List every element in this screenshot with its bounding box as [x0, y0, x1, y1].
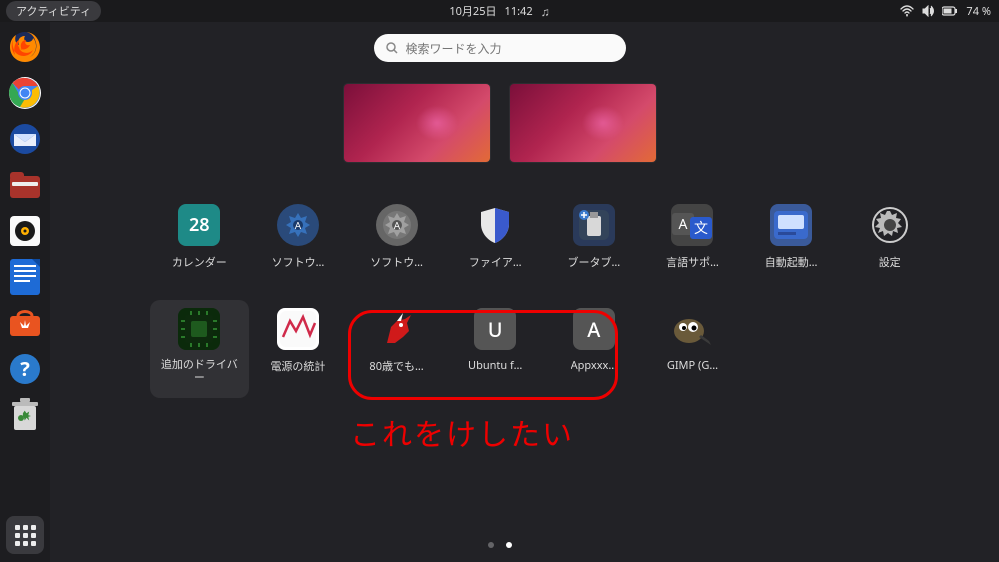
top-bar: アクティビティ 10月25日 11:42 ♫ 74 % — [0, 0, 999, 22]
chip-icon — [178, 308, 220, 350]
dock-libreoffice[interactable] — [6, 258, 44, 296]
workspace-1[interactable] — [344, 84, 490, 162]
page-dot-2[interactable] — [506, 542, 512, 548]
app-firewall[interactable]: ファイア… — [446, 204, 545, 270]
dock-rhythmbox[interactable] — [6, 212, 44, 250]
app-label: 80歳でも… — [369, 358, 423, 374]
app-appxxx[interactable]: A Appxxx… — [545, 308, 644, 384]
app-label: Appxxx… — [571, 358, 618, 373]
app-label: ソフトウ… — [370, 254, 423, 270]
app-power-statistics[interactable]: 電源の統計 — [249, 308, 348, 384]
dock-firefox[interactable] — [6, 28, 44, 66]
letter-a-icon: A — [573, 308, 615, 350]
system-tray[interactable]: 74 % — [900, 4, 991, 19]
workspace-2[interactable] — [510, 84, 656, 162]
app-label: カレンダー — [172, 254, 227, 270]
svg-text:A: A — [393, 218, 400, 232]
battery-percent: 74 % — [966, 4, 991, 19]
app-settings[interactable]: 設定 — [840, 204, 939, 270]
dock-software-store[interactable] — [6, 304, 44, 342]
app-software-updater[interactable]: A ソフトウ… — [249, 204, 348, 270]
app-label: 設定 — [879, 254, 901, 270]
page-indicator[interactable] — [488, 542, 512, 548]
dock-files[interactable] — [6, 166, 44, 204]
notification-bell-icon[interactable]: ♫ — [541, 3, 550, 20]
dock-mail[interactable] — [6, 120, 44, 158]
letter-u-icon: U — [474, 308, 516, 350]
svg-text:文: 文 — [694, 219, 708, 238]
app-label: GIMP (G… — [667, 358, 718, 373]
gear-icon — [869, 204, 911, 246]
dock-help[interactable]: ? — [6, 350, 44, 388]
app-ubuntu-f[interactable]: U Ubuntu f… — [446, 308, 545, 384]
app-additional-drivers[interactable]: 追加のドライバー — [150, 300, 249, 398]
activities-button[interactable]: アクティビティ — [6, 1, 101, 21]
search-input[interactable] — [406, 40, 614, 57]
app-bootable-disk[interactable]: ブータブ… — [545, 204, 644, 270]
annotation-text: これをけしたい — [350, 410, 574, 454]
app-software-properties[interactable]: A ソフトウ… — [347, 204, 446, 270]
graph-icon — [277, 308, 319, 350]
app-label: ファイア… — [469, 254, 522, 270]
shield-icon — [474, 204, 516, 246]
app-startup-applications[interactable]: 自動起動… — [742, 204, 841, 270]
dock-chrome[interactable] — [6, 74, 44, 112]
search-bar[interactable] — [374, 34, 626, 62]
unicorn-icon — [376, 308, 418, 350]
calendar-icon: 28 — [178, 204, 220, 246]
grid-icon — [15, 525, 36, 546]
usb-disk-icon — [573, 204, 615, 246]
software-properties-icon: A — [376, 204, 418, 246]
wifi-icon — [900, 5, 914, 17]
software-updater-icon: A — [277, 204, 319, 246]
svg-text:A: A — [679, 215, 688, 234]
app-calendar[interactable]: 28 カレンダー — [150, 204, 249, 270]
battery-icon — [942, 6, 958, 16]
startup-icon — [770, 204, 812, 246]
search-icon — [386, 42, 398, 54]
app-label: 追加のドライバー — [160, 358, 238, 384]
app-label: 言語サポ… — [666, 254, 719, 270]
svg-text:?: ? — [20, 355, 30, 382]
app-label: ソフトウ… — [272, 254, 325, 270]
clock[interactable]: 10月25日 11:42 ♫ — [449, 3, 549, 20]
page-dot-1[interactable] — [488, 542, 494, 548]
dock: ? — [0, 22, 50, 562]
app-gimp[interactable]: GIMP (G… — [643, 308, 742, 384]
app-label: Ubuntu f… — [468, 358, 522, 373]
app-label: 自動起動… — [765, 254, 818, 270]
app-grid: 28 カレンダー A ソフトウ… A ソフトウ… ファイア… ブータブ… A文 … — [150, 204, 939, 384]
time-label: 11:42 — [505, 4, 533, 19]
language-icon: A文 — [671, 204, 713, 246]
app-label: 電源の統計 — [270, 358, 325, 374]
gimp-icon — [671, 308, 713, 350]
dock-trash[interactable] — [6, 396, 44, 434]
workspace-thumbnails — [344, 84, 656, 162]
svg-text:A: A — [295, 218, 302, 232]
app-label: ブータブ… — [567, 254, 620, 270]
date-label: 10月25日 — [449, 3, 496, 19]
app-language-support[interactable]: A文 言語サポ… — [643, 204, 742, 270]
volume-icon — [922, 5, 934, 17]
show-apps-button[interactable] — [6, 516, 44, 554]
app-unicorn[interactable]: 80歳でも… — [347, 308, 446, 384]
